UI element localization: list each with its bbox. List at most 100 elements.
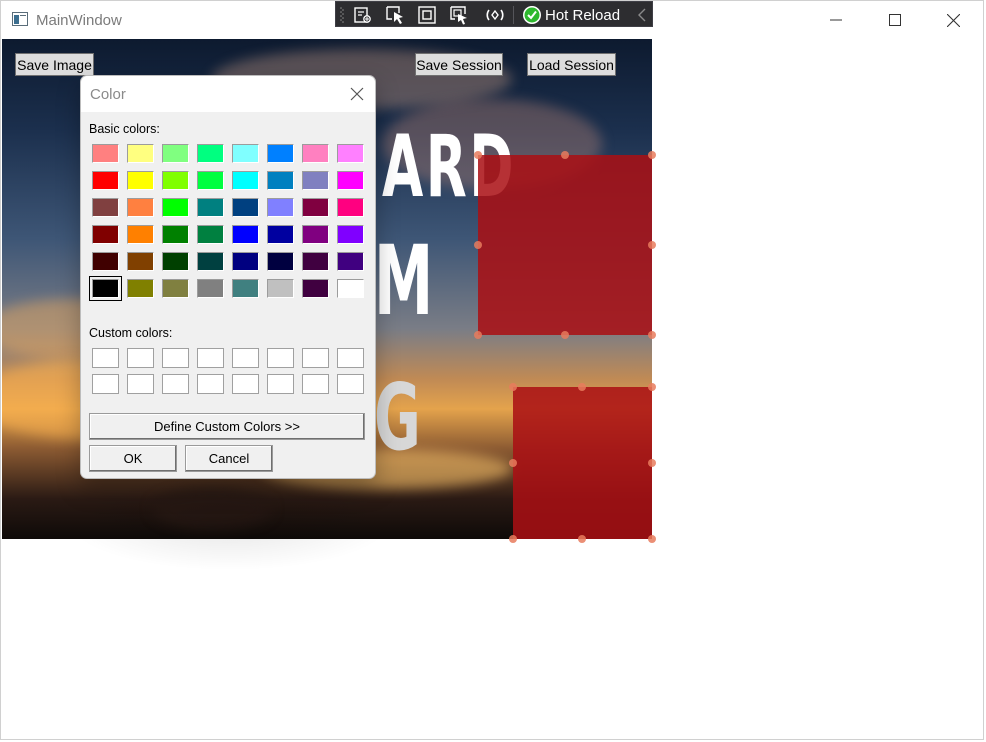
basic-color-swatch[interactable] [302, 279, 329, 298]
resize-handle[interactable] [509, 459, 517, 467]
custom-color-swatch[interactable] [162, 374, 189, 394]
toolbar-grip-icon[interactable] [340, 6, 344, 23]
basic-color-swatch[interactable] [337, 225, 364, 244]
basic-color-swatch[interactable] [197, 198, 224, 217]
basic-color-swatch[interactable] [232, 279, 259, 298]
custom-color-swatch[interactable] [127, 374, 154, 394]
basic-color-swatch[interactable] [197, 171, 224, 190]
basic-color-swatch[interactable] [337, 252, 364, 271]
resize-handle[interactable] [648, 535, 656, 543]
custom-color-swatch[interactable] [302, 374, 329, 394]
resize-handle[interactable] [509, 383, 517, 391]
basic-color-swatch[interactable] [232, 198, 259, 217]
resize-handle[interactable] [648, 331, 656, 339]
basic-color-swatch[interactable] [92, 252, 119, 271]
basic-color-swatch[interactable] [232, 171, 259, 190]
basic-color-swatch[interactable] [267, 225, 294, 244]
basic-color-swatch[interactable] [197, 252, 224, 271]
basic-color-swatch[interactable] [89, 276, 122, 301]
basic-color-swatch[interactable] [302, 171, 329, 190]
basic-color-swatch[interactable] [127, 171, 154, 190]
basic-color-swatch[interactable] [197, 279, 224, 298]
basic-color-swatch[interactable] [92, 171, 119, 190]
hot-reload-status[interactable]: Hot Reload [522, 4, 620, 26]
minimize-button[interactable] [813, 1, 859, 39]
resize-handle[interactable] [561, 331, 569, 339]
basic-color-swatch[interactable] [267, 198, 294, 217]
display-layout-adorners-button[interactable] [416, 5, 438, 25]
resize-handle[interactable] [561, 151, 569, 159]
basic-color-swatch[interactable] [232, 225, 259, 244]
basic-color-swatch[interactable] [197, 225, 224, 244]
binding-failures-button[interactable] [484, 5, 506, 25]
resize-handle[interactable] [474, 151, 482, 159]
custom-color-swatch[interactable] [162, 348, 189, 368]
basic-color-swatch[interactable] [267, 171, 294, 190]
basic-color-swatch[interactable] [162, 144, 189, 163]
basic-color-swatch[interactable] [302, 252, 329, 271]
basic-color-swatch[interactable] [162, 279, 189, 298]
basic-color-swatch[interactable] [302, 225, 329, 244]
basic-color-swatch[interactable] [267, 144, 294, 163]
resize-handle[interactable] [474, 331, 482, 339]
resize-handle[interactable] [648, 241, 656, 249]
resize-handle[interactable] [648, 459, 656, 467]
resize-handle[interactable] [474, 241, 482, 249]
basic-color-swatch[interactable] [127, 225, 154, 244]
red-rectangle-shape[interactable] [513, 387, 652, 539]
custom-color-swatch[interactable] [92, 374, 119, 394]
resize-handle[interactable] [578, 535, 586, 543]
live-visual-tree-button[interactable] [352, 5, 374, 25]
resize-handle[interactable] [648, 383, 656, 391]
basic-color-swatch[interactable] [267, 279, 294, 298]
load-session-button[interactable]: Load Session [527, 53, 616, 76]
basic-color-swatch[interactable] [197, 144, 224, 163]
resize-handle[interactable] [509, 535, 517, 543]
save-session-button[interactable]: Save Session [415, 53, 503, 76]
basic-color-swatch[interactable] [127, 198, 154, 217]
basic-color-swatch[interactable] [337, 279, 364, 298]
custom-color-swatch[interactable] [232, 374, 259, 394]
cancel-button[interactable]: Cancel [185, 445, 273, 472]
track-focused-element-button[interactable] [448, 5, 470, 25]
custom-color-swatch[interactable] [232, 348, 259, 368]
save-image-button[interactable]: Save Image [15, 53, 94, 76]
basic-color-swatch[interactable] [337, 171, 364, 190]
basic-color-swatch[interactable] [337, 144, 364, 163]
custom-color-swatch[interactable] [127, 348, 154, 368]
custom-color-swatch[interactable] [267, 374, 294, 394]
basic-color-swatch[interactable] [127, 144, 154, 163]
basic-color-swatch[interactable] [267, 252, 294, 271]
resize-handle[interactable] [578, 383, 586, 391]
custom-color-swatch[interactable] [197, 348, 224, 368]
basic-color-swatch[interactable] [232, 252, 259, 271]
maximize-button[interactable] [872, 1, 918, 39]
close-button[interactable] [930, 1, 976, 39]
basic-color-swatch[interactable] [127, 279, 154, 298]
custom-color-swatch[interactable] [267, 348, 294, 368]
custom-color-swatch[interactable] [337, 348, 364, 368]
custom-color-swatch[interactable] [92, 348, 119, 368]
basic-color-swatch[interactable] [92, 225, 119, 244]
basic-color-swatch[interactable] [302, 198, 329, 217]
basic-color-swatch[interactable] [337, 198, 364, 217]
basic-color-swatch[interactable] [232, 144, 259, 163]
collapse-toolbar-icon[interactable] [636, 6, 648, 24]
basic-color-swatch[interactable] [162, 171, 189, 190]
select-element-button[interactable] [384, 5, 406, 25]
resize-handle[interactable] [648, 151, 656, 159]
basic-color-swatch[interactable] [92, 198, 119, 217]
define-custom-colors-button[interactable]: Define Custom Colors >> [89, 413, 365, 440]
custom-color-swatch[interactable] [197, 374, 224, 394]
basic-color-swatch[interactable] [162, 252, 189, 271]
dialog-close-icon[interactable] [349, 86, 365, 102]
custom-color-swatch[interactable] [337, 374, 364, 394]
custom-color-swatch[interactable] [302, 348, 329, 368]
basic-color-swatch[interactable] [162, 225, 189, 244]
basic-color-swatch[interactable] [92, 144, 119, 163]
basic-color-swatch[interactable] [127, 252, 154, 271]
basic-color-swatch[interactable] [162, 198, 189, 217]
red-rectangle-shape[interactable] [478, 155, 652, 335]
ok-button[interactable]: OK [89, 445, 177, 472]
basic-color-swatch[interactable] [302, 144, 329, 163]
